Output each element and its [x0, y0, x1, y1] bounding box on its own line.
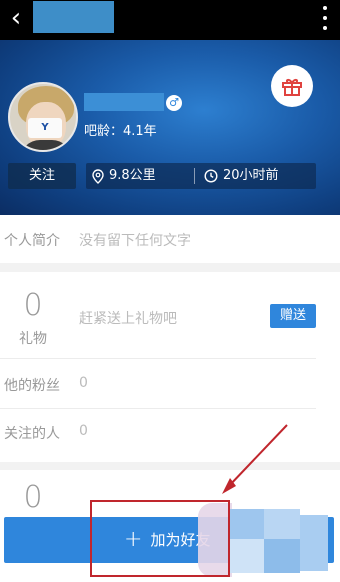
annotation-arrow	[222, 424, 288, 494]
